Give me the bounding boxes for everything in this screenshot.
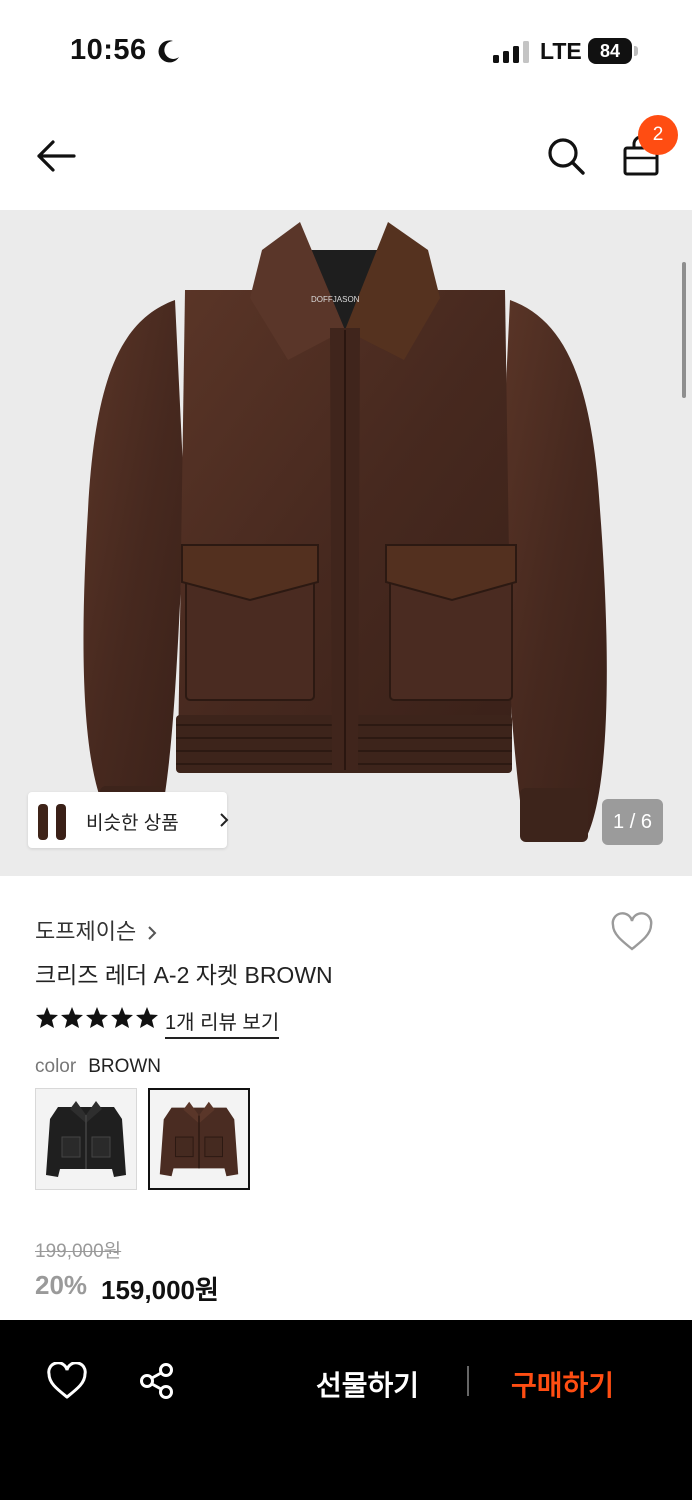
cart-count-badge: 2	[638, 115, 678, 155]
product-title: 크리즈 레더 A-2 자켓 BROWN	[35, 962, 333, 988]
bottom-action-bar: 선물하기 구매하기	[0, 1320, 692, 1500]
status-bar: 10:56 LTE 84	[0, 0, 692, 100]
status-time: 10:56	[70, 34, 147, 66]
chevron-right-icon	[220, 813, 229, 827]
product-photo: DOFFJASON	[83, 222, 607, 842]
color-swatch-brown[interactable]	[148, 1088, 250, 1190]
buy-button[interactable]: 구매하기	[511, 1364, 614, 1404]
color-key: color	[35, 1056, 77, 1077]
gift-button[interactable]: 선물하기	[316, 1364, 419, 1404]
image-page-counter: 1 / 6	[602, 799, 663, 845]
moon-icon	[158, 40, 179, 63]
similar-product-thumbnail	[38, 804, 66, 840]
cellular-signal-icon	[493, 41, 529, 63]
color-value: BROWN	[88, 1056, 162, 1077]
brown-jacket-thumbnail	[159, 1101, 239, 1177]
battery-tip	[634, 46, 638, 56]
review-link[interactable]: 1개 리뷰 보기	[165, 1006, 280, 1039]
black-jacket-thumbnail	[46, 1101, 126, 1177]
brand-link[interactable]: 도프제이슨	[35, 914, 158, 946]
product-image-gallery[interactable]: DOFFJASON 비슷한 상품 1 / 6	[0, 210, 692, 876]
top-nav: 2	[0, 100, 692, 210]
share-icon[interactable]	[138, 1362, 176, 1400]
heart-icon[interactable]	[610, 912, 654, 952]
similar-products-label: 비슷한 상품	[86, 813, 179, 834]
color-row: color BROWN	[35, 1056, 161, 1078]
brand-name: 도프제이슨	[35, 919, 137, 944]
back-arrow-icon[interactable]	[34, 136, 78, 176]
color-swatch-black[interactable]	[35, 1088, 137, 1190]
network-type: LTE	[540, 38, 582, 64]
search-icon[interactable]	[546, 136, 586, 176]
sale-price: 159,000원	[101, 1275, 219, 1305]
battery-level: 84	[588, 38, 632, 64]
button-divider	[467, 1366, 469, 1396]
gallery-scrollbar[interactable]	[682, 262, 686, 398]
battery-icon: 84	[588, 38, 638, 64]
svg-text:DOFFJASON: DOFFJASON	[311, 295, 360, 304]
star-rating-icon	[36, 1007, 158, 1028]
similar-products-button[interactable]: 비슷한 상품	[28, 792, 229, 848]
chevron-right-icon	[148, 926, 157, 940]
discount-rate: 20%	[35, 1270, 88, 1300]
original-price: 199,000원	[35, 1241, 122, 1262]
wishlist-heart-icon[interactable]	[46, 1362, 88, 1400]
